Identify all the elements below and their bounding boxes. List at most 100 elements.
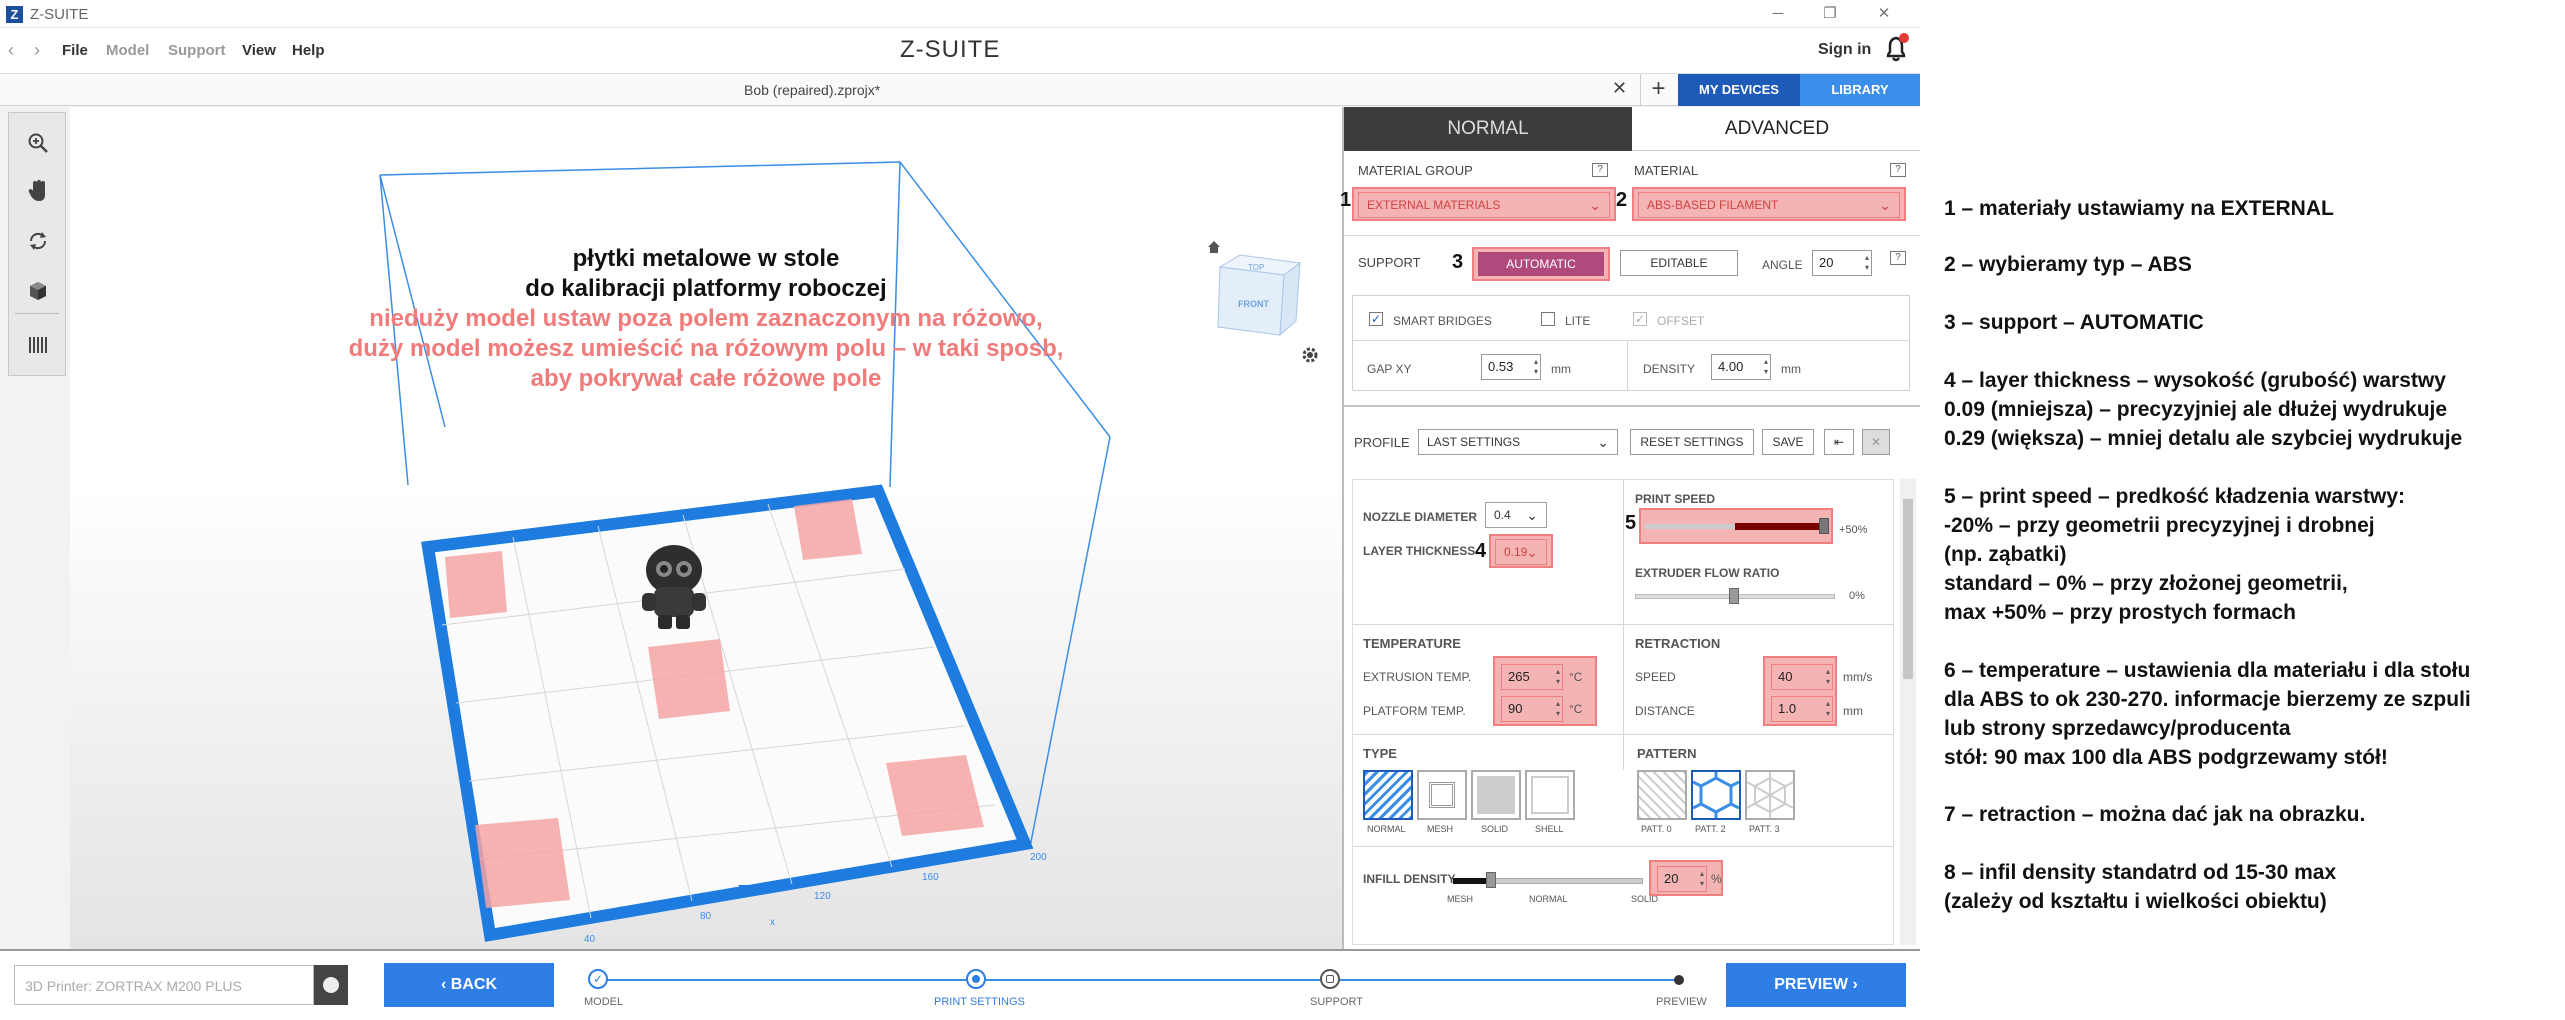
infill-type-solid[interactable]: [1471, 770, 1521, 820]
pattern-0-label: PATT. 0: [1641, 824, 1672, 834]
help-icon[interactable]: ?: [1592, 163, 1608, 177]
angle-input[interactable]: 20 ▴ ▾: [1812, 250, 1872, 276]
section-divider: [1344, 405, 1920, 407]
pattern-3[interactable]: [1745, 770, 1795, 820]
close-window-button[interactable]: ✕: [1866, 3, 1902, 25]
tab-advanced[interactable]: ADVANCED: [1632, 107, 1920, 151]
retraction-speed-input[interactable]: 40 ▴ ▾: [1771, 664, 1833, 690]
highlight-layer: 0.19 ⌄: [1489, 534, 1553, 568]
save-profile-button[interactable]: SAVE: [1762, 429, 1814, 455]
preview-button[interactable]: PREVIEW ›: [1726, 963, 1906, 1007]
support-editable-button[interactable]: EDITABLE: [1620, 250, 1738, 276]
print-speed-slider[interactable]: [1819, 518, 1829, 534]
menu-help[interactable]: Help: [292, 42, 325, 59]
note-line: 5 – print speed – predkość kładzenia war…: [1944, 485, 2406, 508]
pattern-2[interactable]: [1691, 770, 1741, 820]
material-select[interactable]: ABS-BASED FILAMENT ⌄: [1638, 192, 1900, 218]
spinner-icon[interactable]: ▴ ▾: [1826, 699, 1830, 719]
highlight-retraction: 40 ▴ ▾ 1.0 ▴ ▾: [1763, 656, 1837, 726]
menu-file[interactable]: File: [62, 42, 88, 59]
pattern-0[interactable]: [1637, 770, 1687, 820]
step-model-icon[interactable]: ✓: [588, 969, 608, 989]
3d-viewport[interactable]: TOP FRONT 40 80 120 160 200 x płytki met…: [70, 107, 1342, 949]
note-line: 6 – temperature – ustawienia dla materia…: [1944, 659, 2471, 682]
pan-hand-icon[interactable]: [16, 169, 60, 213]
divider: [1353, 846, 1893, 847]
advanced-settings-box: NOZZLE DIAMETER 0.4 ⌄ LAYER THICKNESS 4 0…: [1352, 479, 1894, 945]
printer-settings-button[interactable]: [314, 965, 348, 1005]
note-pink-line-1: nieduży model ustaw poza polem zaznaczon…: [369, 305, 1043, 332]
print-speed-label: PRINT SPEED: [1635, 492, 1716, 506]
lite-checkbox[interactable]: [1541, 312, 1555, 326]
settings-scrollbar[interactable]: [1900, 479, 1916, 945]
spinner-icon[interactable]: ▴ ▾: [1556, 667, 1560, 687]
step-preview-icon[interactable]: [1674, 975, 1684, 985]
step-support-icon[interactable]: [1320, 969, 1340, 989]
spinner-icon[interactable]: ▴ ▾: [1826, 667, 1830, 687]
scrollbar-thumb[interactable]: [1903, 499, 1913, 679]
back-button[interactable]: ‹ BACK: [384, 963, 554, 1007]
project-tab-bar: Bob (repaired).zprojx* ✕ + MY DEVICES LI…: [0, 74, 1920, 106]
infill-density-input[interactable]: 20 ▴ ▾: [1657, 866, 1707, 892]
infill-density-slider[interactable]: [1486, 872, 1496, 888]
library-button[interactable]: LIBRARY: [1800, 74, 1920, 106]
printer-field[interactable]: 3D Printer: ZORTRAX M200 PLUS: [14, 965, 314, 1005]
layers-icon[interactable]: [16, 323, 60, 367]
material-group-select[interactable]: EXTERNAL MATERIALS ⌄: [1358, 192, 1610, 218]
divider: [1353, 734, 1893, 735]
project-tab[interactable]: Bob (repaired).zprojx*: [744, 82, 880, 98]
gap-unit: mm: [1551, 362, 1571, 376]
spinner-icon[interactable]: ▴ ▾: [1764, 357, 1768, 377]
layer-thickness-select[interactable]: 0.19 ⌄: [1495, 539, 1547, 565]
smart-bridges-checkbox[interactable]: ✓: [1369, 312, 1383, 326]
density-label: DENSITY: [1643, 362, 1696, 376]
cube-view-icon[interactable]: [16, 269, 60, 313]
sign-in-link[interactable]: Sign in: [1818, 41, 1871, 59]
axis-tick-40: 40: [584, 934, 596, 945]
note-line: 4 – layer thickness – wysokość (grubość)…: [1944, 369, 2446, 392]
spinner-icon[interactable]: ▴ ▾: [1865, 253, 1869, 273]
infill-type-shell[interactable]: [1525, 770, 1575, 820]
profile-select[interactable]: LAST SETTINGS ⌄: [1418, 429, 1618, 455]
platform-temp-input[interactable]: 90 ▴ ▾: [1501, 696, 1563, 722]
rotate-icon[interactable]: [16, 219, 60, 263]
offset-checkbox[interactable]: ✓: [1633, 312, 1647, 326]
my-devices-button[interactable]: MY DEVICES: [1678, 74, 1800, 106]
close-tab-icon[interactable]: ✕: [1612, 78, 1627, 99]
nav-back-icon[interactable]: ‹: [8, 40, 14, 61]
menu-support[interactable]: Support: [168, 42, 226, 59]
support-density-input[interactable]: 4.00 ▴ ▾: [1711, 354, 1771, 380]
flow-ratio-value: 0%: [1849, 590, 1865, 602]
tab-normal[interactable]: NORMAL: [1344, 107, 1632, 151]
delete-profile-icon[interactable]: ✕: [1862, 429, 1890, 455]
menu-model[interactable]: Model: [106, 42, 149, 59]
infill-type-mesh[interactable]: [1417, 770, 1467, 820]
mesh-icon: [1429, 782, 1455, 808]
spinner-icon[interactable]: ▴ ▾: [1556, 699, 1560, 719]
spinner-icon[interactable]: ▴ ▾: [1700, 869, 1704, 889]
restore-button[interactable]: ❐: [1812, 3, 1848, 25]
layer-thickness-value: 0.19: [1504, 545, 1528, 559]
nav-forward-icon[interactable]: ›: [34, 40, 40, 61]
notification-bell-icon[interactable]: [1880, 32, 1912, 66]
reset-settings-button[interactable]: RESET SETTINGS: [1630, 429, 1754, 455]
infill-type-normal[interactable]: [1363, 770, 1413, 820]
minimize-button[interactable]: ─: [1760, 3, 1796, 25]
spinner-icon[interactable]: ▴ ▾: [1534, 357, 1538, 377]
brand-logo: Z-SUITE: [900, 36, 1001, 63]
nozzle-select[interactable]: 0.4 ⌄: [1485, 502, 1547, 528]
help-icon[interactable]: ?: [1890, 163, 1906, 177]
add-tab-button[interactable]: +: [1640, 74, 1676, 106]
support-automatic-button[interactable]: AUTOMATIC: [1478, 252, 1604, 276]
extrusion-temp-input[interactable]: 265 ▴ ▾: [1501, 664, 1563, 690]
menu-view[interactable]: View: [242, 42, 276, 59]
step-print-settings-icon[interactable]: [966, 969, 986, 989]
note-line: standard – 0% – przy złożonej geometrii,: [1944, 572, 2348, 595]
export-profile-icon[interactable]: ⇤: [1824, 429, 1854, 455]
divider: [1353, 624, 1893, 625]
retraction-distance-input[interactable]: 1.0 ▴ ▾: [1771, 696, 1833, 722]
gap-xy-input[interactable]: 0.53 ▴ ▾: [1481, 354, 1541, 380]
zoom-icon[interactable]: [16, 121, 60, 165]
help-icon[interactable]: ?: [1890, 251, 1906, 265]
flow-ratio-slider[interactable]: [1729, 588, 1739, 604]
